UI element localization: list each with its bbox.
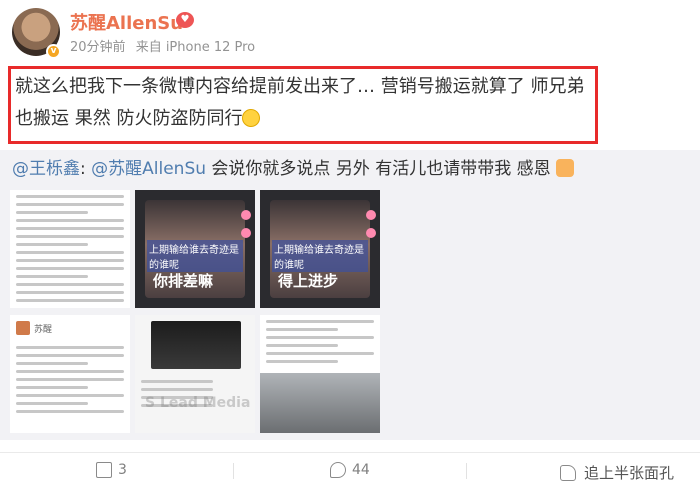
chat-name: 苏醒: [34, 324, 53, 335]
image-grid: 上期输给谁去奇迹是的谁呢 你排差嘛 上期输给谁去奇迹是的谁呢 得上进步 苏醒 S…: [10, 190, 380, 436]
repost-box: @王栎鑫: @苏醒AllenSu 会说你就多说点 另外 有活儿也请带带我 感恩 …: [0, 150, 700, 440]
username[interactable]: 苏醒AllenSu: [70, 9, 183, 35]
image-thumb-2[interactable]: 上期输给谁去奇迹是的谁呢 你排差嘛: [135, 190, 255, 308]
divider: [233, 463, 234, 479]
image-thumb-5[interactable]: S Lead Media: [135, 315, 255, 433]
post-time[interactable]: 20分钟前: [70, 40, 126, 55]
post-source: 来自 iPhone 12 Pro: [135, 40, 256, 55]
post-body: 就这么把我下一条微博内容给提前发出来了… 营销号搬运就算了 师兄弟也搬运 果然 …: [15, 76, 585, 129]
repost-icon: [96, 462, 112, 478]
repost-button[interactable]: 3: [96, 462, 127, 478]
heart-icon: [366, 210, 376, 220]
like-button[interactable]: 追上半张面孔: [560, 462, 674, 483]
comment-count: 44: [352, 462, 370, 478]
divider: [466, 463, 467, 479]
verified-badge-icon: v: [46, 44, 61, 59]
image-thumb-6[interactable]: [260, 315, 380, 433]
image-thumb-3[interactable]: 上期输给谁去奇迹是的谁呢 得上进步: [260, 190, 380, 308]
comment-button[interactable]: 44: [330, 462, 370, 478]
post-header: v 苏醒AllenSu ♥ 20分钟前 来自 iPhone 12 Pro: [8, 6, 698, 59]
repost-sep: :: [80, 159, 86, 179]
heart-icon: [366, 228, 376, 238]
repost-count: 3: [118, 462, 127, 478]
repost-text: @王栎鑫: @苏醒AllenSu 会说你就多说点 另外 有活儿也请带带我 感恩: [12, 156, 575, 182]
thumbs-up-icon: [560, 464, 576, 481]
heart-icon: [241, 228, 251, 238]
chat-avatar-icon: [16, 321, 30, 335]
vip-icon: ♥: [176, 12, 194, 28]
profile-photo: [151, 321, 241, 369]
image-thumb-1[interactable]: [10, 190, 130, 308]
watermark: S Lead Media: [145, 395, 251, 411]
mention-suxing[interactable]: @苏醒AllenSu: [91, 159, 206, 179]
video-caption: 上期输给谁去奇迹是的谁呢: [147, 240, 243, 272]
bow-emoji-icon: [556, 159, 575, 177]
video-caption: 上期输给谁去奇迹是的谁呢: [272, 240, 368, 272]
post-meta: 20分钟前 来自 iPhone 12 Pro: [70, 36, 261, 55]
comment-icon: [330, 462, 346, 478]
post-text-highlighted: 就这么把我下一条微博内容给提前发出来了… 营销号搬运就算了 师兄弟也搬运 果然 …: [8, 66, 598, 144]
brand-watermark: 追上半张面孔: [584, 464, 675, 482]
video-title: 得上进步: [278, 272, 339, 290]
sweat-smile-emoji-icon: [242, 109, 261, 127]
action-bar: 3 44 追上半张面孔: [0, 452, 700, 490]
repost-body: 会说你就多说点 另外 有活儿也请带带我 感恩: [206, 159, 551, 179]
plane-cabin-photo: [260, 373, 380, 433]
mention-wanglixin[interactable]: @王栎鑫: [12, 159, 80, 179]
image-thumb-4[interactable]: 苏醒: [10, 315, 130, 433]
heart-icon: [241, 210, 251, 220]
video-title: 你排差嘛: [153, 272, 214, 290]
